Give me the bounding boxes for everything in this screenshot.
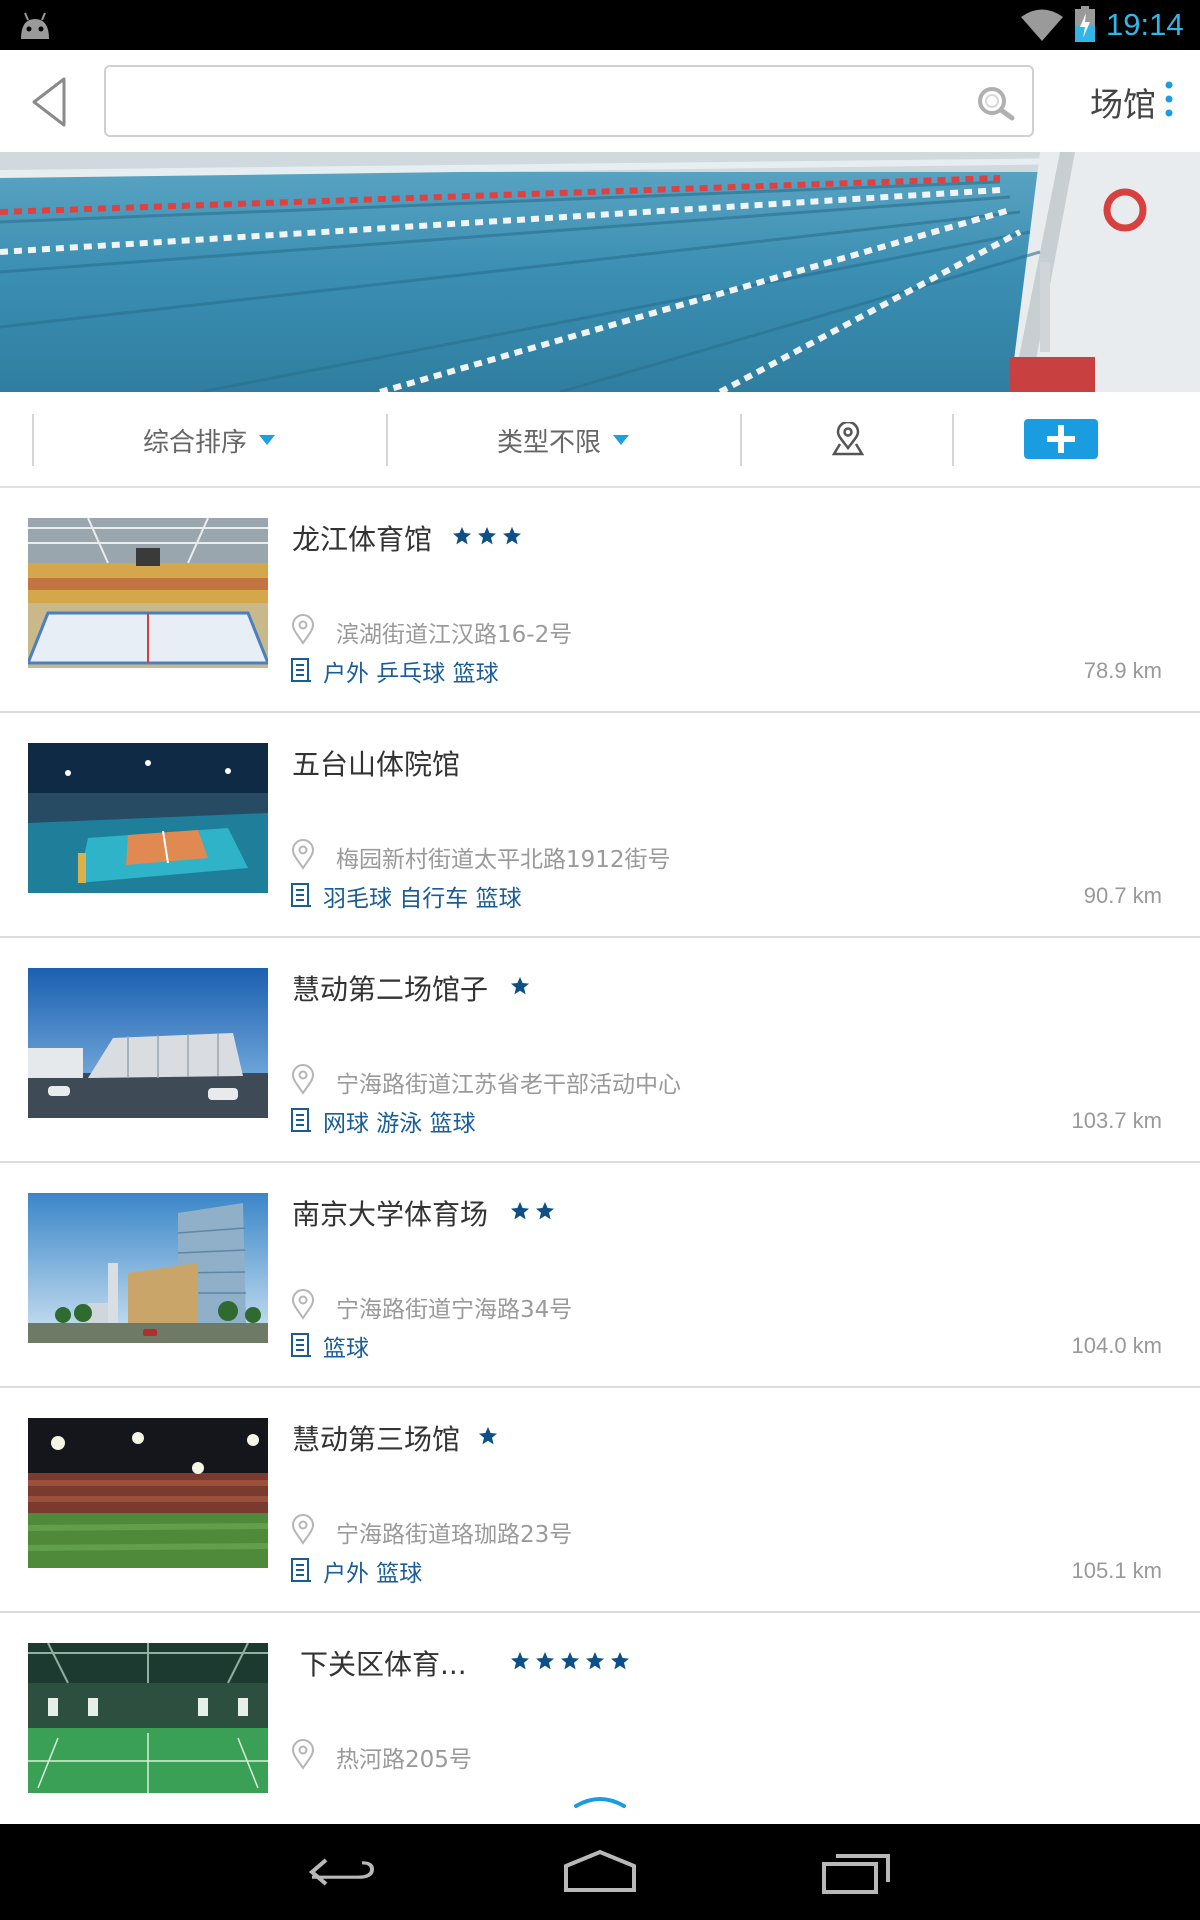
wifi-icon <box>1021 9 1063 41</box>
venue-row[interactable]: 五台山体院馆 梅园新村街道太平北路1912街号 羽毛球 自行车 篮球 90.7 … <box>0 713 1200 938</box>
venue-list: 龙江体育馆 滨湖街道江汉路16-2号 户外 乒乓球 篮球 78.9 km 五台山… <box>0 488 1200 1824</box>
night-football-stadium <box>28 1418 268 1568</box>
venue-tags: 网球 游泳 篮球 <box>323 1111 476 1137</box>
glass-tower-exterior <box>28 1193 268 1343</box>
status-time: 19:14 <box>1106 7 1184 42</box>
venue-tags: 篮球 <box>323 1336 369 1362</box>
map-pin-icon <box>832 422 864 456</box>
venue-distance: 104.0 km <box>1071 1333 1163 1358</box>
venue-address: 热河路205号 <box>336 1747 472 1773</box>
battery-charging-icon <box>1075 6 1095 42</box>
search-icon[interactable] <box>976 85 1016 121</box>
add-venue-button[interactable] <box>1024 419 1098 459</box>
star-icon <box>479 1427 497 1445</box>
venue-row[interactable]: 慧动第二场馆子 宁海路街道江苏省老干部活动中心 网球 游泳 篮球 103.7 k… <box>0 938 1200 1163</box>
map-view-button[interactable] <box>742 392 952 488</box>
venue-address: 梅园新村街道太平北路1912街号 <box>336 847 671 873</box>
venue-name: 下关区体育... <box>300 1648 467 1681</box>
star-icon <box>511 1652 529 1670</box>
venue-distance: 103.7 km <box>1071 1108 1163 1133</box>
star-icon <box>561 1652 579 1670</box>
star-icon <box>511 1202 529 1220</box>
venue-address: 滨湖街道江汉路16-2号 <box>336 622 573 648</box>
overflow-menu-icon[interactable] <box>1164 80 1174 120</box>
indoor-volleyball-hall <box>28 743 268 893</box>
filter-bar: 综合排序 类型不限 <box>0 392 1200 488</box>
venue-name: 五台山体院馆 <box>292 748 461 781</box>
venue-name: 慧动第二场馆子 <box>292 973 489 1006</box>
location-pin-icon <box>291 1064 315 1095</box>
sort-filter-button[interactable]: 综合排序 <box>34 392 384 488</box>
location-pin-icon <box>291 1739 315 1770</box>
location-pin-icon <box>291 1514 315 1545</box>
android-icon <box>21 12 49 39</box>
star-icon <box>503 527 521 545</box>
swimming-pool-banner <box>0 152 1200 392</box>
nav-recent-apps-icon[interactable] <box>820 1846 892 1896</box>
venue-thumbnail <box>28 1193 268 1343</box>
location-pin-icon <box>291 839 315 870</box>
plus-icon <box>1047 425 1075 453</box>
location-pin-icon <box>291 1289 315 1320</box>
venue-distance: 90.7 km <box>1083 883 1162 908</box>
document-tag-icon <box>291 883 311 907</box>
venue-tags: 户外 乒乓球 篮球 <box>323 661 499 687</box>
venue-tags: 羽毛球 自行车 篮球 <box>323 886 522 912</box>
star-rating <box>510 976 535 996</box>
venue-tags: 户外 篮球 <box>323 1561 423 1587</box>
dropdown-triangle-icon <box>259 435 275 445</box>
venue-address: 宁海路街道珞珈路23号 <box>336 1522 573 1548</box>
venue-thumbnail <box>28 743 268 893</box>
search-box[interactable] <box>104 65 1034 137</box>
nav-back-icon[interactable] <box>306 1848 378 1896</box>
venue-row[interactable]: 龙江体育馆 滨湖街道江汉路16-2号 户外 乒乓球 篮球 78.9 km <box>0 488 1200 713</box>
document-tag-icon <box>291 658 311 682</box>
document-tag-icon <box>291 1108 311 1132</box>
back-arrow-icon[interactable] <box>28 76 72 128</box>
location-pin-icon <box>291 614 315 645</box>
star-rating <box>510 1201 560 1221</box>
document-tag-icon <box>291 1333 311 1357</box>
nav-home-icon[interactable] <box>562 1848 638 1896</box>
page-title: 场馆 <box>1090 85 1156 124</box>
banner-image[interactable] <box>0 152 1200 392</box>
scroll-to-top-chevron-icon[interactable] <box>572 1790 628 1812</box>
star-icon <box>511 977 529 995</box>
venue-distance: 105.1 km <box>1071 1558 1163 1583</box>
document-tag-icon <box>291 1558 311 1582</box>
star-rating <box>452 526 527 546</box>
star-icon <box>536 1652 554 1670</box>
divider <box>952 414 954 466</box>
star-icon <box>611 1652 629 1670</box>
venue-thumbnail <box>28 1643 268 1793</box>
star-icon <box>478 527 496 545</box>
badminton-hall <box>28 1643 268 1793</box>
venue-row[interactable]: 南京大学体育场 宁海路街道宁海路34号 篮球 104.0 km <box>0 1163 1200 1388</box>
venue-name: 南京大学体育场 <box>292 1198 489 1231</box>
dropdown-triangle-icon <box>613 435 629 445</box>
venue-distance: 78.9 km <box>1083 658 1162 683</box>
venue-thumbnail <box>28 518 268 668</box>
sort-filter-label: 综合排序 <box>142 427 247 458</box>
search-input[interactable] <box>118 75 958 127</box>
modern-building-exterior <box>28 968 268 1118</box>
navigation-bar <box>0 1824 1200 1920</box>
star-icon <box>453 527 471 545</box>
status-bar: 19:14 <box>0 0 1200 50</box>
venue-address: 宁海路街道江苏省老干部活动中心 <box>336 1072 681 1098</box>
star-rating <box>478 1426 503 1446</box>
star-icon <box>586 1652 604 1670</box>
type-filter-label: 类型不限 <box>496 427 601 458</box>
venue-address: 宁海路街道宁海路34号 <box>336 1297 573 1323</box>
venue-thumbnail <box>28 968 268 1118</box>
venue-name: 慧动第三场馆 <box>292 1423 461 1456</box>
venue-row[interactable]: 慧动第三场馆 宁海路街道珞珈路23号 户外 篮球 105.1 km <box>0 1388 1200 1613</box>
type-filter-button[interactable]: 类型不限 <box>388 392 738 488</box>
venue-thumbnail <box>28 1418 268 1568</box>
star-rating <box>510 1651 635 1671</box>
top-bar: 场馆 <box>0 50 1200 152</box>
indoor-ice-arena <box>28 518 268 668</box>
venue-name: 龙江体育馆 <box>292 523 433 556</box>
star-icon <box>536 1202 554 1220</box>
